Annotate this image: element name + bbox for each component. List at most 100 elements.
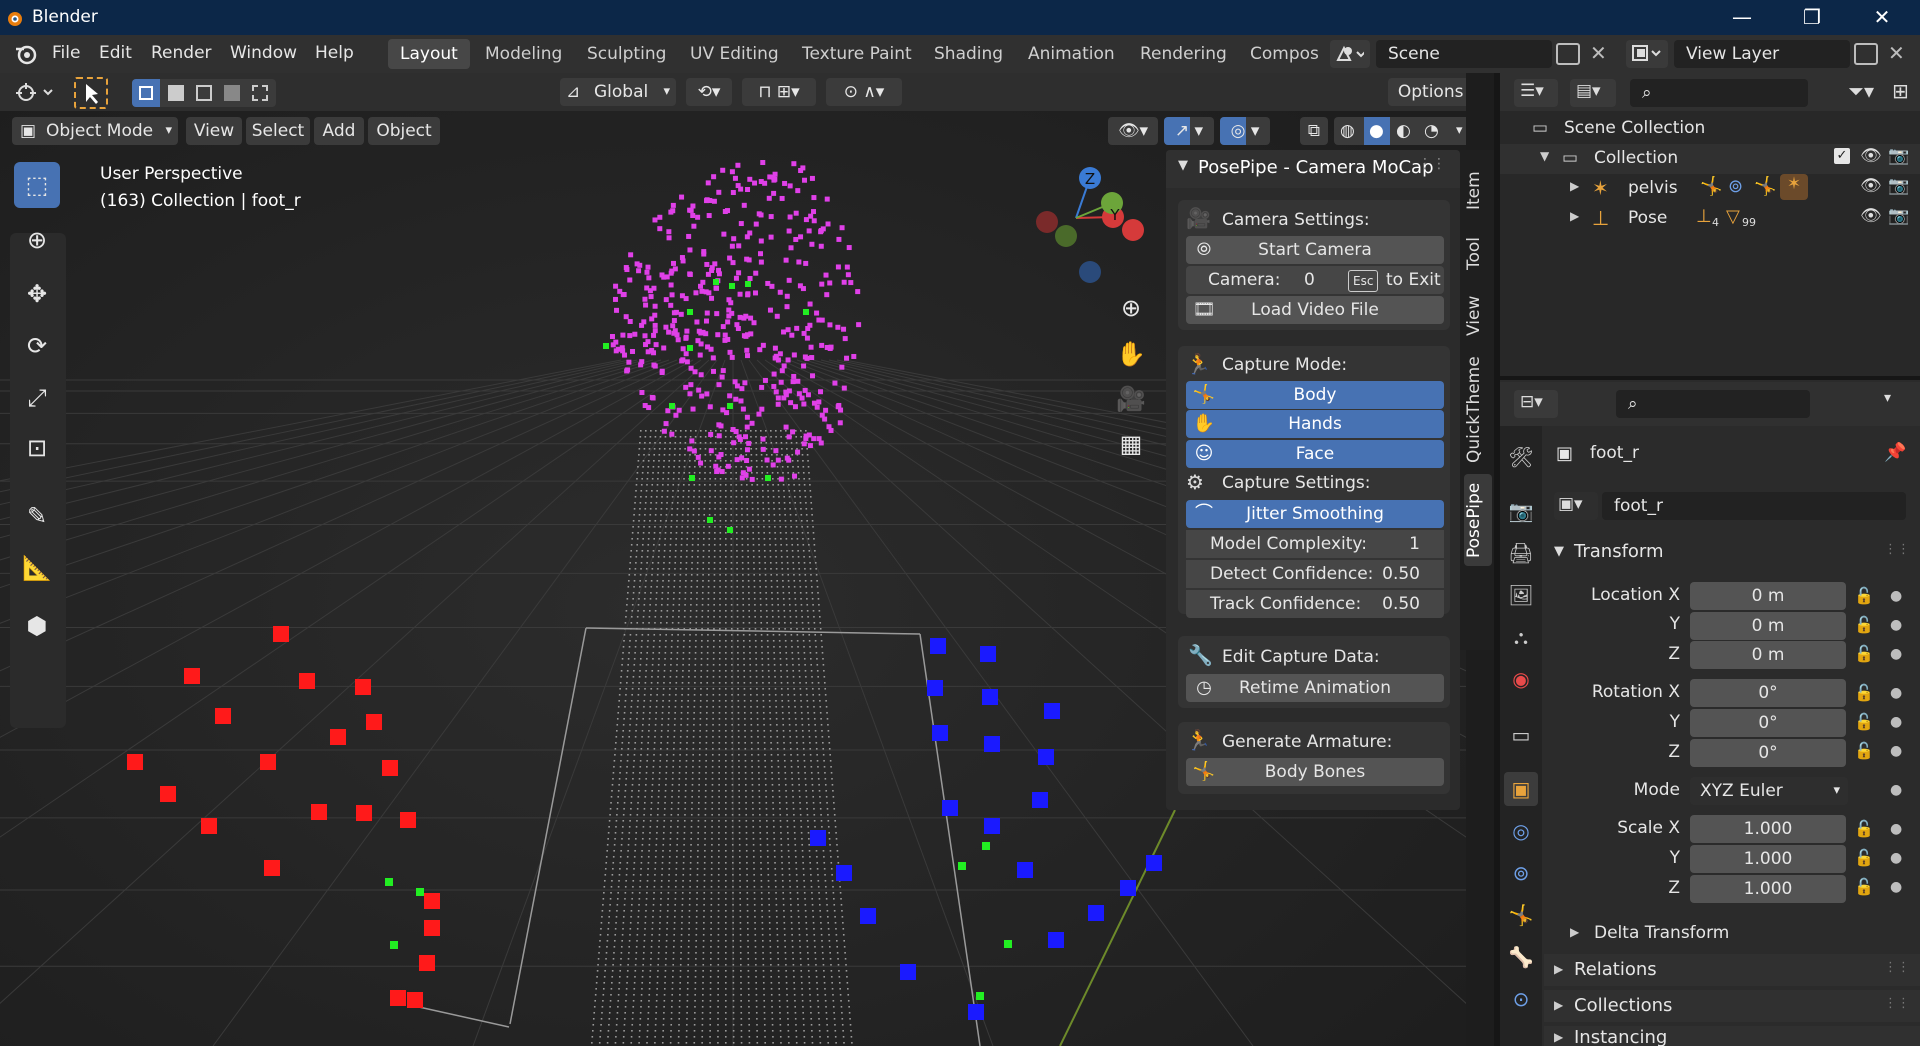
lock-icon[interactable]: 🔓 (1854, 819, 1874, 838)
collection-checkbox[interactable]: ✓ (1834, 148, 1850, 164)
render-properties-icon[interactable]: 📷 (1504, 494, 1538, 528)
camera-render-icon[interactable]: 📷 (1888, 206, 1909, 226)
object-mode-dropdown[interactable]: Object Mode ▣ ▾ (12, 117, 178, 145)
snapping-dropdown[interactable]: ⊓ ⊞▾ (742, 78, 816, 106)
camera-index-value[interactable]: 0 (1304, 270, 1315, 290)
annotate-tool-icon[interactable]: ✎ (14, 493, 60, 539)
keyframe-dot-icon[interactable]: ● (1890, 743, 1902, 759)
eye-icon[interactable]: 👁 (1860, 176, 1882, 196)
jitter-smoothing-toggle[interactable]: ⌒ Jitter Smoothing (1186, 500, 1444, 528)
select-box-tool-icon[interactable]: ⬚ (14, 162, 60, 208)
intersect-selection-icon[interactable] (252, 85, 268, 101)
selection-mode-group[interactable] (132, 79, 276, 107)
tab-compositing[interactable]: Compos (1238, 39, 1340, 69)
bone-properties-icon[interactable]: 🦴 (1504, 940, 1538, 974)
location-y-field[interactable]: 0 m (1690, 612, 1846, 640)
solid-shading-icon[interactable]: ● (1369, 117, 1384, 145)
material-shading-icon[interactable]: ◐ (1396, 117, 1411, 145)
view-layer-name-field[interactable]: View Layer (1674, 40, 1850, 68)
capture-face-toggle[interactable]: ☺ Face (1186, 440, 1444, 468)
blender-menu-icon[interactable] (14, 43, 38, 65)
start-camera-button[interactable]: ⦾ Start Camera (1186, 236, 1444, 264)
lock-icon[interactable]: 🔓 (1854, 877, 1874, 896)
lock-icon[interactable]: 🔓 (1854, 644, 1874, 663)
collections-section[interactable]: ▶ Collections ⋮⋮ (1544, 990, 1920, 1022)
retime-animation-button[interactable]: ◷ Retime Animation (1186, 674, 1444, 702)
keyframe-dot-icon[interactable]: ● (1890, 714, 1902, 730)
tab-animation[interactable]: Animation (1016, 39, 1127, 69)
tab-quicktheme[interactable]: QuickTheme (1464, 354, 1492, 466)
chevron-down-icon[interactable]: ▾ (1884, 390, 1891, 406)
lock-icon[interactable]: 🔓 (1854, 615, 1874, 634)
properties-search-input[interactable]: ⌕ (1616, 390, 1810, 418)
relations-section[interactable]: ▶ Relations ⋮⋮ (1544, 954, 1920, 986)
select-tool-icon[interactable] (74, 77, 108, 109)
outliner-row-pose[interactable]: ▶ ⊥ Pose ⊥ 4 ▽ 99 👁 📷 (1500, 204, 1920, 234)
menu-render[interactable]: Render (151, 43, 212, 63)
transform-tool-icon[interactable]: ⊡ (14, 425, 60, 471)
zoom-icon[interactable]: ⊕ (1108, 285, 1154, 331)
world-properties-icon[interactable]: ◉ (1504, 662, 1538, 696)
drag-handle-icon[interactable]: ⋮⋮ (1884, 960, 1910, 975)
outliner-row-pelvis[interactable]: ▶ ✶ pelvis 🤸 ⊚ 🤸 ✶ 👁 📷 (1500, 174, 1920, 204)
wireframe-shading-icon[interactable]: ◍ (1340, 117, 1355, 145)
select-menu[interactable]: Select (246, 117, 310, 145)
scale-z-field[interactable]: 1.000 (1690, 875, 1846, 903)
collection-properties-icon[interactable]: ▭ (1504, 718, 1538, 752)
output-properties-icon[interactable]: 🖨 (1504, 536, 1538, 570)
rotation-z-field[interactable]: 0° (1690, 739, 1846, 767)
menu-file[interactable]: File (52, 43, 80, 63)
scale-tool-icon[interactable]: ⤢ (14, 375, 60, 421)
rotation-x-field[interactable]: 0° (1690, 679, 1846, 707)
object-browse-button[interactable]: ▣▾ (1554, 492, 1598, 520)
close-window-button[interactable]: ✕ (1846, 0, 1918, 35)
outliner-row-collection[interactable]: ▼ ▭ Collection ✓ 👁 📷 (1500, 144, 1920, 174)
object-properties-icon[interactable]: ▣ (1504, 772, 1538, 806)
tab-shading[interactable]: Shading (922, 39, 1015, 69)
outliner-editor-type-icon[interactable]: ☰▾ (1514, 79, 1558, 107)
maximize-button[interactable]: ❐ (1776, 0, 1848, 35)
pin-icon[interactable]: 📌 (1884, 442, 1906, 463)
keyframe-dot-icon[interactable]: ● (1890, 850, 1902, 866)
drag-handle-icon[interactable]: ⋮⋮ (1884, 542, 1910, 557)
track-confidence-field[interactable]: Track Confidence: 0.50 (1186, 590, 1444, 618)
tab-view[interactable]: View (1464, 288, 1492, 344)
outliner-search-input[interactable]: ⌕ (1630, 79, 1808, 107)
rendered-shading-icon[interactable]: ◔ (1424, 117, 1439, 145)
instancing-section[interactable]: ▶ Instancing (1544, 1026, 1920, 1046)
keyframe-dot-icon[interactable]: ● (1890, 588, 1902, 604)
gizmo-dropdown[interactable]: ↗ ▾ (1164, 117, 1214, 145)
overlays-dropdown[interactable]: ◎ ▾ (1220, 117, 1270, 145)
capture-body-toggle[interactable]: 🤸 Body (1186, 381, 1444, 409)
eye-icon[interactable]: 👁 (1860, 146, 1882, 166)
display-mode-icon[interactable]: ▤▾ (1570, 79, 1616, 107)
menu-window[interactable]: Window (230, 43, 297, 63)
new-selection-icon[interactable] (132, 79, 160, 107)
bone-constraint-properties-icon[interactable]: ⊙ (1504, 982, 1538, 1016)
transform-orientation-dropdown[interactable]: Global ⊿ ▾ (560, 78, 676, 106)
measure-tool-icon[interactable]: 📐 (14, 545, 60, 591)
transform-section-header[interactable]: ▼ Transform ⋮⋮ (1544, 538, 1920, 570)
menu-edit[interactable]: Edit (99, 43, 132, 63)
editor-type-icon[interactable] (10, 79, 60, 107)
scale-y-field[interactable]: 1.000 (1690, 845, 1846, 873)
keyframe-dot-icon[interactable]: ● (1890, 685, 1902, 701)
tab-posepipe[interactable]: PosePipe (1464, 474, 1492, 566)
perspective-toggle-icon[interactable]: ▦ (1108, 421, 1154, 467)
tab-tool[interactable]: Tool (1464, 226, 1492, 280)
constraint-properties-icon[interactable]: ⊚ (1504, 856, 1538, 890)
armature-data-properties-icon[interactable]: 🤸 (1504, 898, 1538, 932)
tab-rendering[interactable]: Rendering (1128, 39, 1239, 69)
invert-selection-icon[interactable] (224, 85, 240, 101)
physics-properties-icon[interactable]: ◎ (1504, 814, 1538, 848)
tab-texture-paint[interactable]: Texture Paint (790, 39, 924, 69)
lock-icon[interactable]: 🔓 (1854, 712, 1874, 731)
tab-item[interactable]: Item (1464, 162, 1492, 220)
pan-hand-icon[interactable]: ✋ (1108, 331, 1154, 377)
camera-view-icon[interactable]: 🎥 (1108, 376, 1154, 422)
lock-icon[interactable]: 🔓 (1854, 741, 1874, 760)
keyframe-dot-icon[interactable]: ● (1890, 879, 1902, 895)
cursor-tool-icon[interactable]: ⊕ (14, 217, 60, 263)
outliner-row-scene-collection[interactable]: ▭ Scene Collection (1500, 114, 1920, 144)
filter-icon[interactable]: ⏷▾ (1848, 79, 1874, 103)
